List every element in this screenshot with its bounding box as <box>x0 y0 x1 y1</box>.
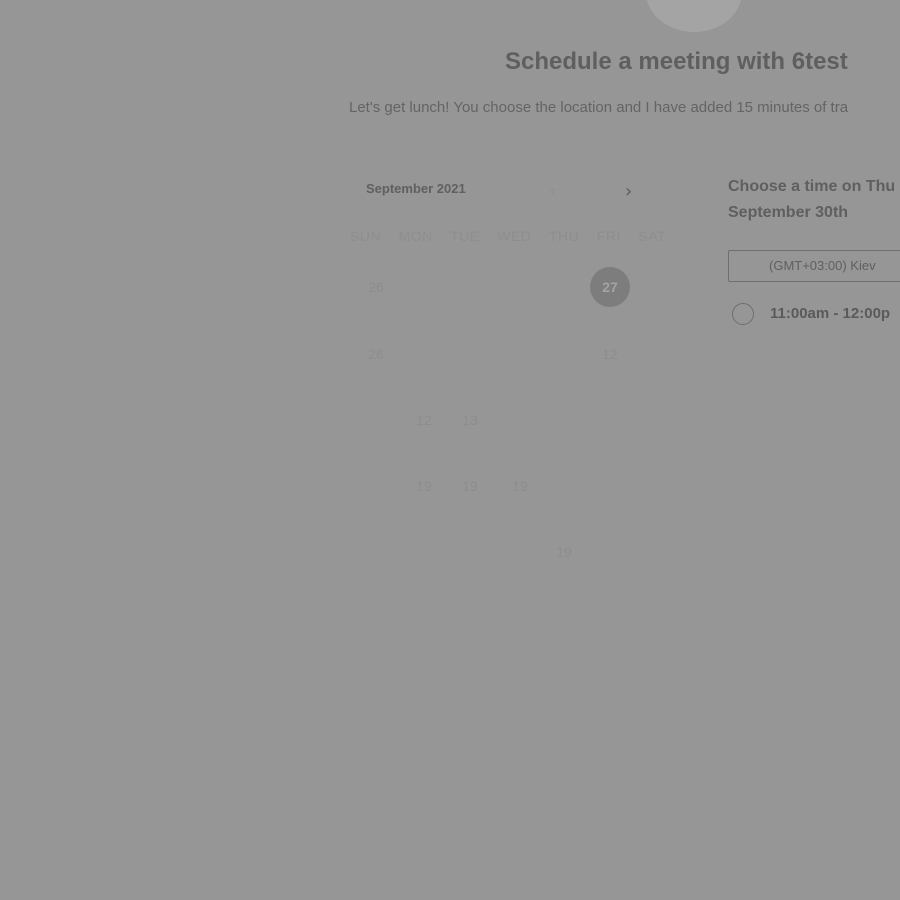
calendar-day[interactable]: 26 <box>356 267 396 307</box>
scheduling-page: Schedule a meeting with 6test Let's get … <box>0 0 900 900</box>
weekday-mon: MON <box>398 228 433 244</box>
calendar-day[interactable]: 26 <box>356 334 396 374</box>
calendar-weekday-header: SUN MON TUE WED THU FRI SAT <box>350 228 666 244</box>
calendar-day-selected[interactable]: 27 <box>590 267 630 307</box>
calendar-day[interactable]: 19 <box>404 466 444 506</box>
weekday-sat: SAT <box>638 228 666 244</box>
time-slot-radio[interactable] <box>732 303 754 325</box>
calendar-day[interactable]: 12 <box>590 334 630 374</box>
calendar-day[interactable]: 12 <box>404 400 444 440</box>
weekday-thu: THU <box>548 228 580 244</box>
timezone-select[interactable]: (GMT+03:00) Kiev <box>728 250 900 282</box>
time-picker-heading: Choose a time on Thu September 30th <box>728 178 896 221</box>
calendar-day[interactable]: 13 <box>450 400 490 440</box>
calendar-day[interactable]: 19 <box>500 466 540 506</box>
weekday-wed: WED <box>497 228 532 244</box>
calendar-month-label: September 2021 <box>366 181 466 196</box>
chevron-left-icon[interactable]: ‹ <box>549 183 556 201</box>
page-title: Schedule a meeting with 6test <box>505 48 848 75</box>
calendar-day[interactable]: 19 <box>544 532 584 572</box>
host-avatar <box>646 0 742 32</box>
calendar-day[interactable]: 19 <box>450 466 490 506</box>
weekday-tue: TUE <box>450 228 480 244</box>
weekday-sun: SUN <box>350 228 382 244</box>
meeting-description: Let's get lunch! You choose the location… <box>349 99 849 116</box>
weekday-fri: FRI <box>596 228 621 244</box>
chevron-right-icon[interactable]: › <box>625 183 632 201</box>
time-slot-label[interactable]: 11:00am - 12:00p <box>770 305 890 322</box>
timezone-value: (GMT+03:00) Kiev <box>769 258 876 273</box>
